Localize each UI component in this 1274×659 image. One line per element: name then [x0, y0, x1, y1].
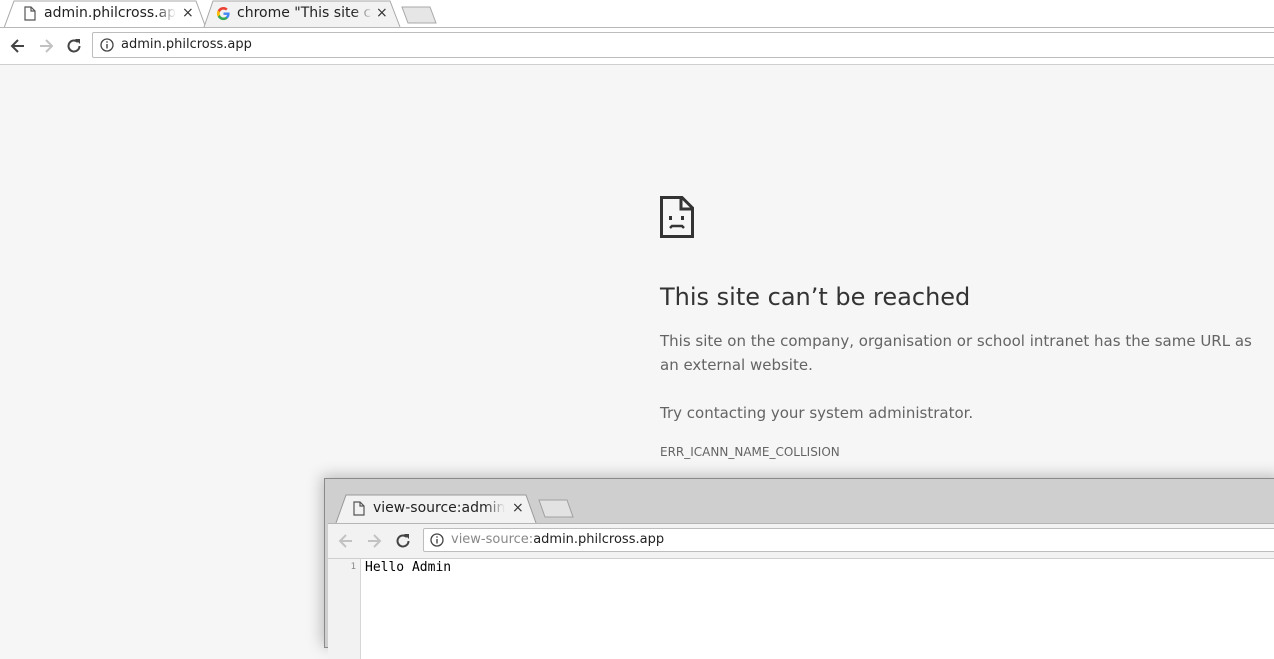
tab-strip: view-source:admin.philcross.app × — [325, 479, 1274, 524]
url-host: admin.philcross.app — [533, 532, 665, 547]
info-icon[interactable] — [100, 38, 114, 52]
source-view: 1 Hello Admin — [328, 558, 1274, 659]
back-arrow-icon[interactable] — [337, 532, 355, 550]
line-number: 1 — [350, 562, 356, 572]
sad-page-icon — [660, 196, 694, 238]
toolbar: admin.philcross.app — [0, 28, 1274, 64]
reload-icon[interactable] — [65, 37, 83, 55]
close-tab-icon[interactable]: × — [512, 500, 524, 516]
page-icon — [353, 501, 365, 520]
google-icon — [216, 6, 231, 25]
error-heading: This site can’t be reached — [660, 283, 971, 311]
source-line: Hello Admin — [365, 560, 452, 575]
tab-strip: admin.philcross.app × chrome "This site … — [0, 0, 1274, 28]
view-source-window: view-source:admin.philcross.app × view-s… — [324, 478, 1274, 659]
tab-admin-philcross[interactable]: admin.philcross.app × — [0, 0, 207, 28]
forward-arrow-icon[interactable] — [37, 37, 55, 55]
url-text: view-source:admin.philcross.app — [451, 532, 664, 547]
error-code: ERR_ICANN_NAME_COLLISION — [660, 445, 840, 459]
address-bar[interactable]: admin.philcross.app — [92, 32, 1274, 58]
tab-view-source[interactable]: view-source:admin.philcross.app × — [335, 494, 537, 524]
back-arrow-icon[interactable] — [9, 37, 27, 55]
new-tab-button[interactable] — [537, 499, 575, 519]
forward-arrow-icon[interactable] — [365, 532, 383, 550]
url-scheme: view-source: — [451, 532, 534, 547]
reload-icon[interactable] — [394, 532, 412, 550]
tab-title: admin.philcross.app — [44, 5, 176, 21]
address-bar[interactable]: view-source:admin.philcross.app — [423, 528, 1274, 552]
close-tab-icon[interactable]: × — [182, 5, 194, 21]
tab-google-search[interactable]: chrome "This site can't be reached" × — [202, 0, 402, 28]
toolbar: view-source:admin.philcross.app — [328, 523, 1274, 558]
toolbar-border — [0, 64, 1274, 65]
info-icon[interactable] — [430, 533, 444, 547]
error-suggestion: Try contacting your system administrator… — [660, 404, 974, 422]
url-text: admin.philcross.app — [121, 37, 252, 52]
tab-title: view-source:admin.philcross.app — [373, 500, 505, 516]
error-description: This site on the company, organisation o… — [660, 332, 1252, 374]
line-number-gutter: 1 — [328, 559, 361, 659]
new-tab-button[interactable] — [400, 6, 438, 24]
page-icon — [24, 6, 36, 25]
close-tab-icon[interactable]: × — [376, 5, 388, 21]
tab-title: chrome "This site can't be reached" — [237, 5, 373, 21]
